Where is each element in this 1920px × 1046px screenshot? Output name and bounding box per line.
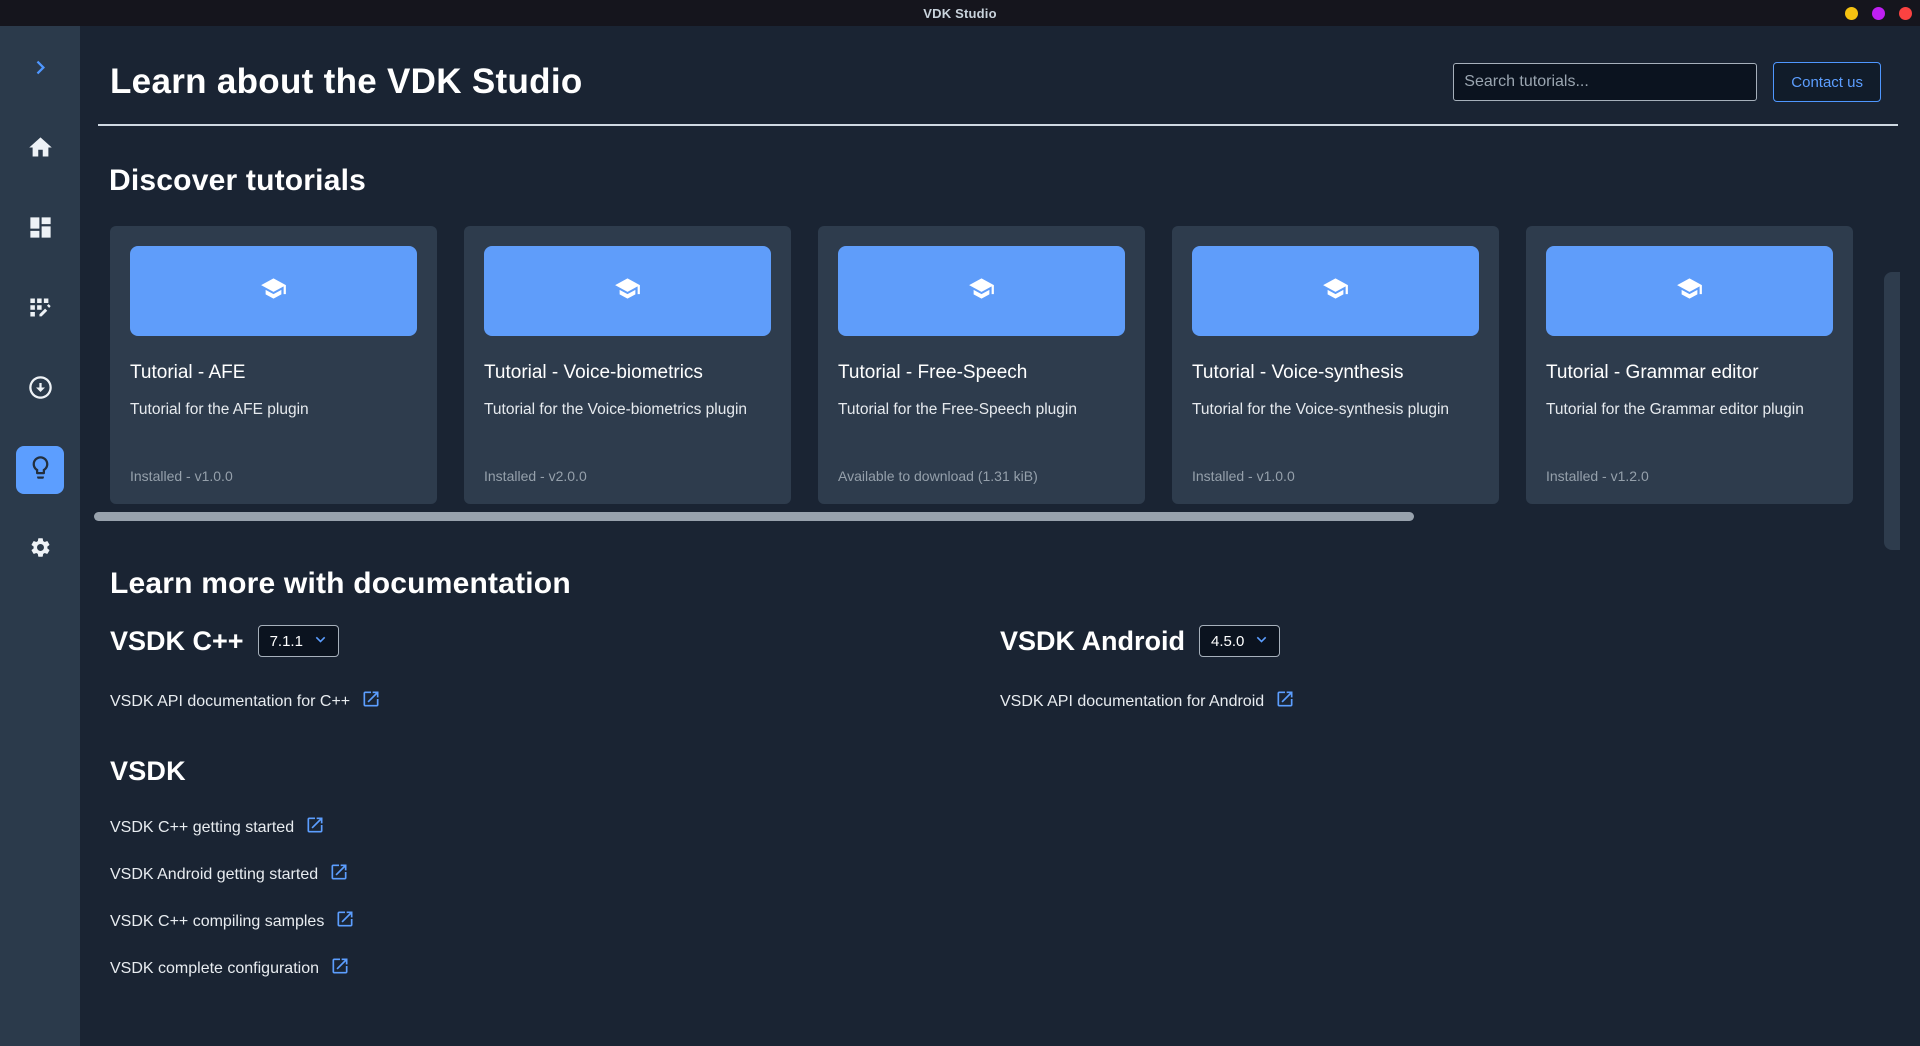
chevron-right-icon xyxy=(27,54,54,86)
version-dropdown[interactable]: 7.1.1 xyxy=(258,625,339,657)
card-status: Available to download (1.31 kiB) xyxy=(838,468,1125,484)
sidebar-item-settings[interactable] xyxy=(16,526,64,574)
horizontal-scrollbar[interactable] xyxy=(94,512,1414,521)
card-title: Tutorial - Grammar editor xyxy=(1546,362,1833,384)
doc-link-getting-started-cpp[interactable]: VSDK C++ getting started xyxy=(110,815,325,840)
card-status: Installed - v1.0.0 xyxy=(130,468,417,484)
card-description: Tutorial for the AFE plugin xyxy=(130,401,417,419)
graduation-cap-icon xyxy=(614,275,641,307)
tutorial-card[interactable]: Tutorial - Voice-biometrics Tutorial for… xyxy=(464,226,791,504)
download-icon xyxy=(27,374,54,406)
sidebar-item-home[interactable] xyxy=(16,126,64,174)
header-divider xyxy=(98,124,1898,126)
doc-link-label: VSDK API documentation for Android xyxy=(1000,693,1264,711)
graduation-cap-icon xyxy=(260,275,287,307)
external-link-icon xyxy=(350,689,381,714)
app-title: VDK Studio xyxy=(923,6,997,21)
card-status: Installed - v1.0.0 xyxy=(1192,468,1479,484)
doc-link-android-api[interactable]: VSDK API documentation for Android xyxy=(1000,689,1295,714)
doc-link-label: VSDK C++ compiling samples xyxy=(110,913,324,931)
documentation-heading: Learn more with documentation xyxy=(110,567,1920,601)
window-control-yellow[interactable] xyxy=(1845,7,1858,20)
card-banner xyxy=(484,246,771,336)
tutorial-card[interactable]: Tutorial - Free-Speech Tutorial for the … xyxy=(818,226,1145,504)
external-link-icon xyxy=(324,909,355,934)
doc-link-label: VSDK complete configuration xyxy=(110,960,319,978)
card-description: Tutorial for the Voice-biometrics plugin xyxy=(484,401,771,419)
grid-edit-icon xyxy=(27,294,54,326)
external-link-icon xyxy=(1264,689,1295,714)
main-content: Learn about the VDK Studio Contact us Di… xyxy=(80,26,1920,1046)
graduation-cap-icon xyxy=(1322,275,1349,307)
package-name: VSDK C++ xyxy=(110,626,244,657)
package-name: VSDK Android xyxy=(1000,626,1185,657)
window-control-purple[interactable] xyxy=(1872,7,1885,20)
external-link-icon xyxy=(319,956,350,981)
sidebar-item-tutorials[interactable] xyxy=(16,446,64,494)
vsdk-heading: VSDK xyxy=(110,756,1920,787)
version-dropdown[interactable]: 4.5.0 xyxy=(1199,625,1280,657)
chevron-down-icon xyxy=(303,630,330,653)
tutorial-card[interactable]: Tutorial - Grammar editor Tutorial for t… xyxy=(1526,226,1853,504)
sidebar-item-projects[interactable] xyxy=(16,286,64,334)
titlebar: VDK Studio xyxy=(0,0,1920,26)
card-description: Tutorial for the Grammar editor plugin xyxy=(1546,401,1833,419)
window-control-red[interactable] xyxy=(1899,7,1912,20)
chevron-down-icon xyxy=(1244,630,1271,653)
card-title: Tutorial - Voice-synthesis xyxy=(1192,362,1479,384)
lightbulb-icon xyxy=(27,454,54,486)
tutorial-card[interactable]: Tutorial - AFE Tutorial for the AFE plug… xyxy=(110,226,437,504)
packages-row: VSDK C++ 7.1.1 VSDK API documentation fo… xyxy=(110,625,1920,714)
contact-us-button[interactable]: Contact us xyxy=(1773,62,1881,102)
gear-icon xyxy=(29,536,52,564)
version-value: 4.5.0 xyxy=(1211,633,1244,650)
package-vsdk-cpp: VSDK C++ 7.1.1 VSDK API documentation fo… xyxy=(110,625,1000,714)
card-description: Tutorial for the Voice-synthesis plugin xyxy=(1192,401,1479,419)
doc-link-label: VSDK C++ getting started xyxy=(110,819,294,837)
card-status: Installed - v1.2.0 xyxy=(1546,468,1833,484)
doc-link-cpp-api[interactable]: VSDK API documentation for C++ xyxy=(110,689,381,714)
card-title: Tutorial - AFE xyxy=(130,362,417,384)
tutorial-card[interactable]: Tutorial - Voice-synthesis Tutorial for … xyxy=(1172,226,1499,504)
doc-link-getting-started-android[interactable]: VSDK Android getting started xyxy=(110,862,349,887)
vsdk-links: VSDK C++ getting started VSDK Android ge… xyxy=(110,815,1920,981)
card-banner xyxy=(838,246,1125,336)
sidebar-item-dashboard[interactable] xyxy=(16,206,64,254)
card-description: Tutorial for the Free-Speech plugin xyxy=(838,401,1125,419)
doc-link-complete-configuration[interactable]: VSDK complete configuration xyxy=(110,956,350,981)
search-input[interactable] xyxy=(1453,63,1757,101)
sidebar-expand-button[interactable] xyxy=(16,46,64,94)
tutorial-card-partial[interactable] xyxy=(1884,272,1900,550)
external-link-icon xyxy=(294,815,325,840)
tutorial-cards-row: Tutorial - AFE Tutorial for the AFE plug… xyxy=(80,226,1920,504)
card-banner xyxy=(1192,246,1479,336)
page-title: Learn about the VDK Studio xyxy=(110,62,1453,102)
version-value: 7.1.1 xyxy=(270,633,303,650)
graduation-cap-icon xyxy=(1676,275,1703,307)
card-title: Tutorial - Free-Speech xyxy=(838,362,1125,384)
card-banner xyxy=(1546,246,1833,336)
card-status: Installed - v2.0.0 xyxy=(484,468,771,484)
window-controls xyxy=(1845,0,1912,26)
sidebar xyxy=(0,26,80,1046)
card-banner xyxy=(130,246,417,336)
doc-link-label: VSDK API documentation for C++ xyxy=(110,693,350,711)
doc-link-compiling-samples[interactable]: VSDK C++ compiling samples xyxy=(110,909,355,934)
doc-link-label: VSDK Android getting started xyxy=(110,866,318,884)
card-title: Tutorial - Voice-biometrics xyxy=(484,362,771,384)
package-vsdk-android: VSDK Android 4.5.0 VSDK API documentatio… xyxy=(1000,625,1890,714)
page-header: Learn about the VDK Studio Contact us xyxy=(110,62,1881,102)
discover-tutorials-heading: Discover tutorials xyxy=(109,164,1920,198)
graduation-cap-icon xyxy=(968,275,995,307)
home-icon xyxy=(27,134,54,166)
dashboard-icon xyxy=(27,214,54,246)
sidebar-item-downloads[interactable] xyxy=(16,366,64,414)
external-link-icon xyxy=(318,862,349,887)
